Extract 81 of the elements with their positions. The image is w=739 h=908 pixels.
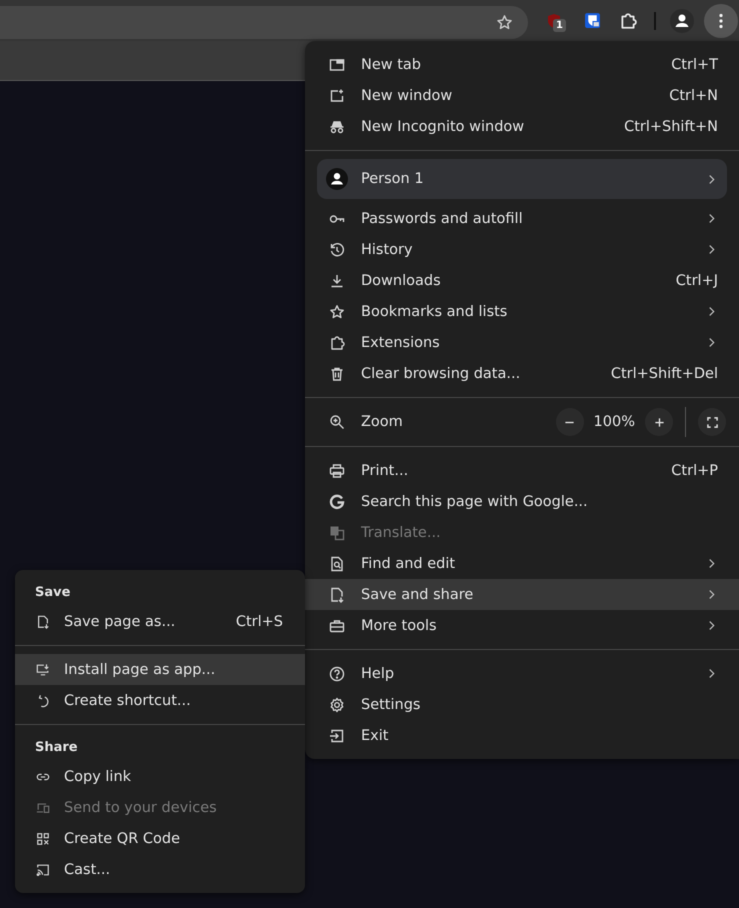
chevron-right-icon [708,244,715,255]
menu-item[interactable]: Copy link [15,761,305,792]
menu-item[interactable]: Save page as... Ctrl+S [15,606,305,637]
new-window-icon [329,88,345,104]
avatar-icon [326,168,348,190]
qr-code-icon [36,832,50,846]
zoom-level: 100% [594,414,635,430]
menu-item[interactable]: Search this page with Google... [305,486,739,517]
toolbox-icon [329,618,345,634]
plus-icon [654,416,664,428]
settings-icon [329,696,345,712]
trash-icon [329,366,345,382]
tab-icon [329,56,345,72]
menu-item[interactable]: New Incognito window Ctrl+Shift+N [305,111,739,142]
menu-item[interactable]: Cast... [15,854,305,885]
shortcut-text: Ctrl+N [669,88,718,104]
zoom-out-button[interactable] [556,408,584,436]
printer-icon [329,462,345,478]
menu-item[interactable]: Create shortcut... [15,685,305,716]
help-icon [329,666,345,682]
install-app-icon [36,662,50,676]
chevron-right-icon [708,558,715,569]
exit-icon [329,728,345,744]
menu-item[interactable]: Exit [305,720,739,751]
puzzle-icon [329,334,345,350]
find-page-icon [329,556,345,572]
incognito-icon [329,118,345,134]
chevron-right-icon [708,306,715,317]
devices-icon [36,800,50,814]
chevron-right-icon [708,668,715,679]
menu-item[interactable]: Clear browsing data... Ctrl+Shift+Del [305,358,739,389]
shortcut-text: Ctrl+Shift+Del [610,366,718,382]
shield-lock-extension-icon[interactable] [584,12,601,29]
shortcut-text: Ctrl+Shift+N [624,118,718,134]
download-icon [329,272,345,288]
menu-item[interactable]: Print... Ctrl+P [305,455,739,486]
menu-item[interactable]: Help [305,658,739,689]
star-icon[interactable] [496,14,513,31]
chevron-right-icon [708,174,715,184]
menu-item[interactable]: Find and edit [305,548,739,579]
chevron-right-icon [708,620,715,631]
shortcut-text: Ctrl+P [671,462,718,478]
menu-item[interactable]: Downloads Ctrl+J [305,265,739,296]
menu-item[interactable]: Settings [305,689,739,720]
shortcut-text: Ctrl+T [671,56,718,72]
chevron-right-icon [708,337,715,348]
g-logo-icon [329,494,345,510]
shortcut-text: Ctrl+S [236,614,283,630]
menu-item[interactable]: Extensions [305,327,739,358]
zoom-icon [329,414,345,430]
avatar-icon[interactable] [670,8,694,32]
star-icon [329,304,345,320]
puzzle-icon[interactable] [619,12,637,30]
history-icon [329,242,345,258]
chevron-right-icon [708,589,715,600]
cast-icon [36,862,50,876]
menu-item[interactable]: Bookmarks and lists [305,296,739,327]
shortcut-text: Ctrl+J [676,272,718,288]
menu-item[interactable]: More tools [305,610,739,641]
menu-button[interactable] [704,4,738,38]
zoom-in-button[interactable] [645,408,673,436]
menu-item[interactable]: New tab Ctrl+T [305,49,739,80]
save-page-icon [329,586,345,602]
fullscreen-icon [706,416,718,428]
section-heading: Save [34,584,72,602]
save-page-icon [36,614,50,628]
menu-item[interactable]: New window Ctrl+N [305,80,739,111]
section-heading: Share [34,738,79,756]
translate-icon [329,524,345,540]
zoom-label: Zoom [361,414,403,430]
profile-menu-item[interactable]: Person 1 [317,159,727,199]
menu-item[interactable]: Save and share [305,579,739,610]
shortcut-icon [36,694,50,708]
menu-item[interactable]: Install page as app... [15,654,305,685]
extension-badge: 1 [553,18,566,32]
fullscreen-button[interactable] [698,408,726,436]
menu-item[interactable]: History [305,234,739,265]
more-vert-icon [719,12,723,28]
menu-item[interactable]: Create QR Code [15,823,305,854]
chevron-right-icon [708,213,715,224]
menu-item[interactable]: Passwords and autofill [305,203,739,234]
